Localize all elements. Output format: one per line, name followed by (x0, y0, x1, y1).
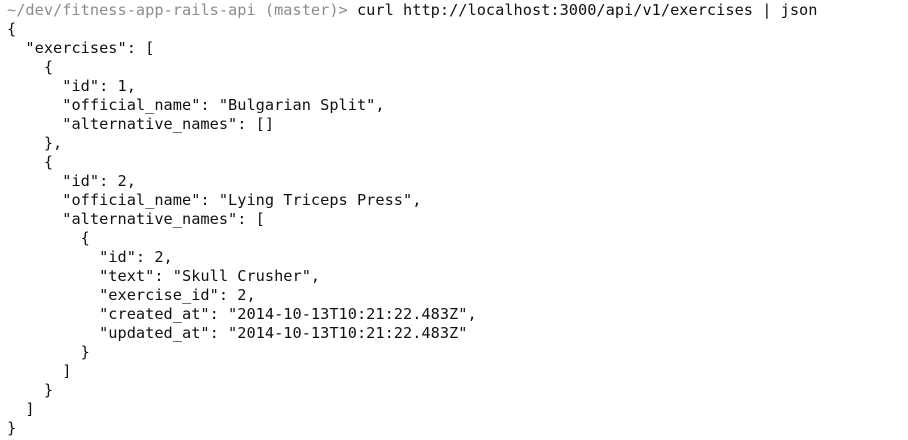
output-line: "created_at": "2014-10-13T10:21:22.483Z"… (7, 305, 477, 323)
output-line: "alternative_names": [ (7, 210, 265, 228)
output-line: } (7, 381, 54, 399)
output-line: { (7, 229, 90, 247)
output-line: { (7, 153, 54, 171)
output-line: ] (7, 362, 72, 380)
terminal-window[interactable]: ~/dev/fitness-app-rails-api (master)> cu… (0, 0, 908, 440)
shell-prompt: ~/dev/fitness-app-rails-api (master)> (7, 1, 348, 19)
output-line: "text": "Skull Crusher", (7, 267, 321, 285)
output-line: "id": 2, (7, 248, 173, 266)
output-line: }, (7, 134, 63, 152)
output-line: } (7, 419, 17, 437)
output-line: "id": 1, (7, 77, 136, 95)
output-line: "alternative_names": [] (7, 115, 275, 133)
output-line: "id": 2, (7, 172, 136, 190)
output-line: { (7, 58, 54, 76)
shell-command: curl http://localhost:3000/api/v1/exerci… (347, 1, 818, 19)
output-line: "official_name": "Bulgarian Split", (7, 96, 385, 114)
command-line: ~/dev/fitness-app-rails-api (master)> cu… (7, 1, 817, 20)
output-line: } (7, 343, 90, 361)
output-line: "updated_at": "2014-10-13T10:21:22.483Z" (7, 324, 468, 342)
output-line: { (7, 20, 17, 38)
output-line: "exercise_id": 2, (7, 286, 256, 304)
output-line: "official_name": "Lying Triceps Press", (7, 191, 422, 209)
output-line: ] (7, 400, 35, 418)
output-line: "exercises": [ (7, 39, 155, 57)
